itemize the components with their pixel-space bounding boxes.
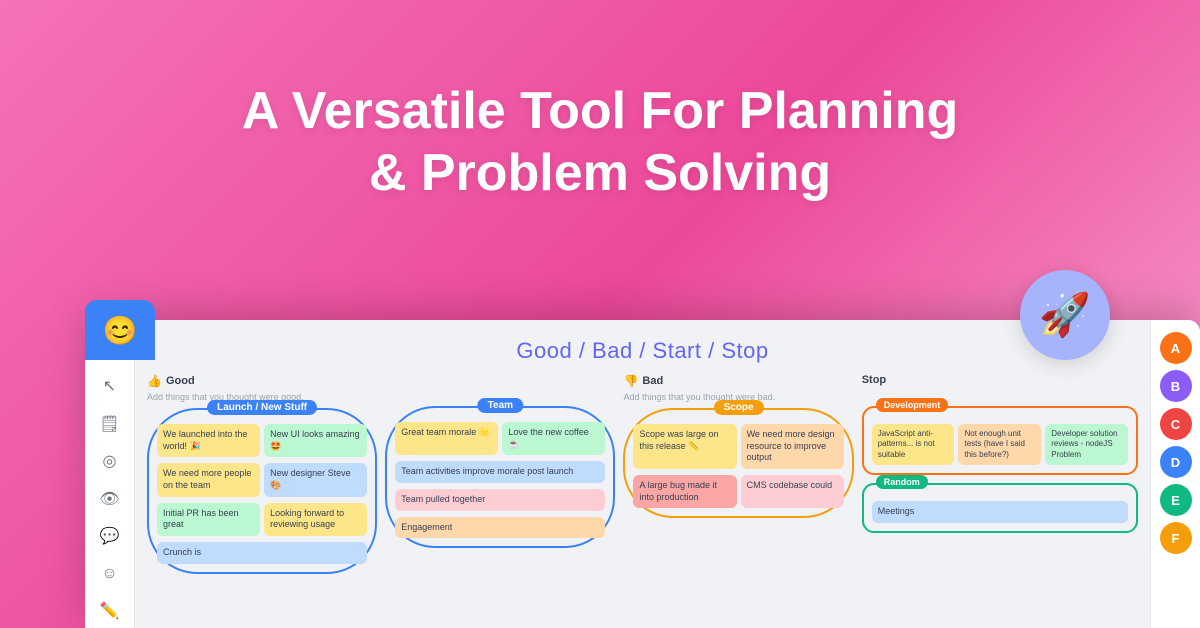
group-launch-label: Launch / New Stuff bbox=[207, 400, 317, 415]
card-meetings[interactable]: Meetings bbox=[872, 501, 1128, 523]
hero-title: A Versatile Tool For Planning & Problem … bbox=[0, 80, 1200, 205]
card-dev-solution[interactable]: Developer solution reviews - nodeJS Prob… bbox=[1045, 424, 1128, 465]
sidebar-icon-chat[interactable]: 💬 bbox=[92, 520, 128, 554]
sidebar-icon-cursor[interactable]: ↖ bbox=[92, 370, 128, 404]
card-new-designer[interactable]: New designer Steve 🎨 bbox=[264, 463, 367, 496]
board-title: Good / Bad / Start / Stop bbox=[135, 320, 1150, 374]
column-good: 👍 Good Add things that you thought were … bbox=[147, 374, 377, 622]
card-scope-large[interactable]: Scope was large on this release 📏 bbox=[633, 424, 736, 469]
group-development: Development JavaScript anti-patterns... … bbox=[862, 406, 1138, 475]
card-js-antipatterns[interactable]: JavaScript anti-patterns... is not suita… bbox=[872, 424, 955, 465]
column-bad-header: 👎 Bad bbox=[623, 374, 853, 388]
card-launched[interactable]: We launched into the world! 🎉 bbox=[157, 424, 260, 457]
avatar-5[interactable]: E bbox=[1160, 484, 1192, 516]
group-team-label: Team bbox=[478, 398, 523, 413]
sidebar-icon-shape[interactable]: ◎ bbox=[92, 445, 128, 479]
scope-cards-1: Scope was large on this release 📏 We nee… bbox=[633, 424, 843, 469]
avatar-2[interactable]: B bbox=[1160, 370, 1192, 402]
group-launch: Launch / New Stuff We launched into the … bbox=[147, 408, 377, 574]
bad-icon: 👎 bbox=[623, 374, 638, 388]
sidebar-icon-eye[interactable]: 👁 bbox=[92, 482, 128, 516]
card-bug[interactable]: A large bug made it into production bbox=[633, 475, 736, 508]
card-crunch[interactable]: Crunch is bbox=[157, 542, 367, 564]
sidebar: ⧉ ↖ 🗒 ◎ 👁 💬 ☺ ✏️ bbox=[85, 320, 135, 628]
column-team: Team Great team morale 🌟 Love the new co… bbox=[385, 374, 615, 622]
group-team: Team Great team morale 🌟 Love the new co… bbox=[385, 406, 615, 548]
card-new-ui[interactable]: New UI looks amazing 🤩 bbox=[264, 424, 367, 457]
avatar-1[interactable]: A bbox=[1160, 332, 1192, 364]
group-launch-cards-3: Initial PR has been great Looking forwar… bbox=[157, 503, 367, 536]
random-cards: Meetings bbox=[872, 501, 1128, 523]
rocket-decoration: 🚀 bbox=[1020, 270, 1110, 360]
column-team-header bbox=[385, 374, 615, 386]
column-stop: Stop Development JavaScript anti-pattern… bbox=[862, 374, 1138, 622]
card-initial-pr[interactable]: Initial PR has been great bbox=[157, 503, 260, 536]
avatar-6[interactable]: F bbox=[1160, 522, 1192, 554]
scope-cards-2: A large bug made it into production CMS … bbox=[633, 475, 843, 508]
canvas: Good / Bad / Start / Stop 👍 Good Add thi… bbox=[135, 320, 1150, 628]
card-cms[interactable]: CMS codebase could bbox=[741, 475, 844, 508]
avatar-4[interactable]: D bbox=[1160, 446, 1192, 478]
group-launch-cards-4: Crunch is bbox=[157, 542, 367, 564]
dev-label: Development bbox=[876, 398, 949, 412]
column-good-header: 👍 Good bbox=[147, 374, 377, 388]
card-team-activities[interactable]: Team activities improve morale post laun… bbox=[395, 461, 605, 483]
random-label: Random bbox=[876, 475, 928, 489]
avatar-3[interactable]: C bbox=[1160, 408, 1192, 440]
group-launch-cards: We launched into the world! 🎉 New UI loo… bbox=[157, 424, 367, 457]
dev-cards: JavaScript anti-patterns... is not suita… bbox=[872, 424, 1128, 465]
team-cards-2: Team activities improve morale post laun… bbox=[395, 461, 605, 483]
card-coffee[interactable]: Love the new coffee ☕ bbox=[502, 422, 605, 455]
card-team-morale[interactable]: Great team morale 🌟 bbox=[395, 422, 498, 455]
team-cards-4: Engagement bbox=[395, 517, 605, 539]
group-launch-cards-2: We need more people on the team New desi… bbox=[157, 463, 367, 496]
app-window: ⧉ ↖ 🗒 ◎ 👁 💬 ☺ ✏️ A B C D E F Good / Bad … bbox=[85, 320, 1200, 628]
columns-container: 👍 Good Add things that you thought were … bbox=[135, 374, 1150, 622]
group-scope-label: Scope bbox=[714, 400, 764, 415]
team-cards-1: Great team morale 🌟 Love the new coffee … bbox=[395, 422, 605, 455]
card-reviewing[interactable]: Looking forward to reviewing usage bbox=[264, 503, 367, 536]
avatars-panel: A B C D E F bbox=[1150, 320, 1200, 628]
app-logo: 😊 bbox=[85, 300, 155, 360]
sidebar-icon-sticky[interactable]: 🗒 bbox=[92, 407, 128, 441]
card-team-pulled[interactable]: Team pulled together bbox=[395, 489, 605, 511]
group-scope: Scope Scope was large on this release 📏 … bbox=[623, 408, 853, 518]
column-stop-header: Stop bbox=[862, 374, 1138, 386]
hero-section: A Versatile Tool For Planning & Problem … bbox=[0, 80, 1200, 205]
card-design-resource[interactable]: We need more design resource to improve … bbox=[741, 424, 844, 469]
card-engagement[interactable]: Engagement bbox=[395, 517, 605, 539]
team-cards-3: Team pulled together bbox=[395, 489, 605, 511]
sidebar-icon-emoji[interactable]: ☺ bbox=[92, 557, 128, 591]
column-bad: 👎 Bad Add things that you thought were b… bbox=[623, 374, 853, 622]
good-icon: 👍 bbox=[147, 374, 162, 388]
sidebar-icon-pen[interactable]: ✏️ bbox=[92, 595, 128, 628]
card-more-people[interactable]: We need more people on the team bbox=[157, 463, 260, 496]
group-random: Random Meetings bbox=[862, 483, 1138, 533]
card-unit-tests[interactable]: Not enough unit tests (have I said this … bbox=[958, 424, 1041, 465]
